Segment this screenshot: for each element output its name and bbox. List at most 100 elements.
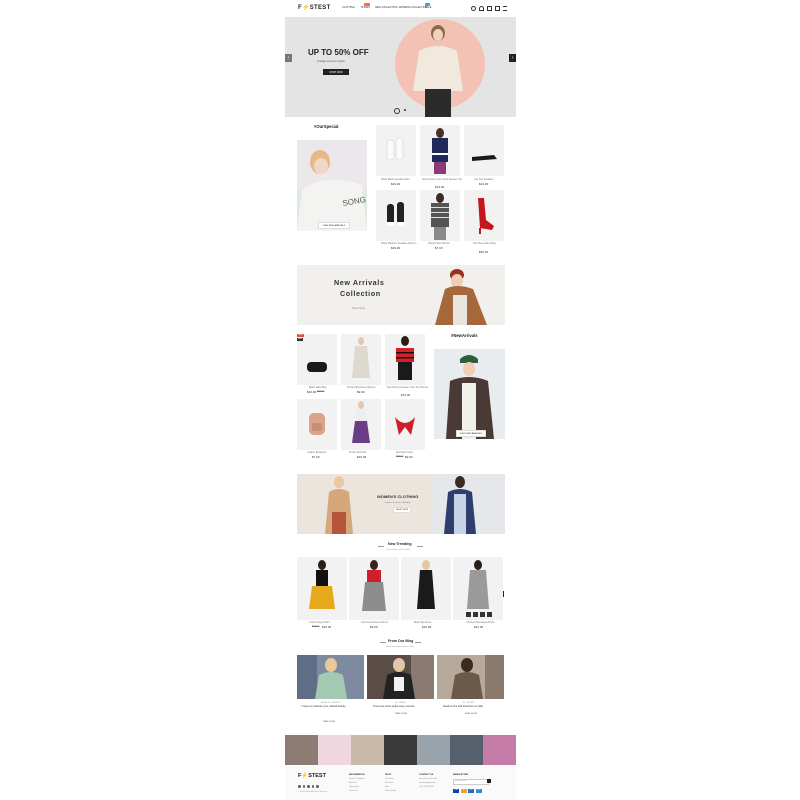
womens-banner-button[interactable]: SHOP NOW — [393, 507, 411, 513]
search-icon[interactable] — [471, 6, 476, 11]
striped-top-image — [396, 336, 414, 380]
product-image[interactable] — [341, 399, 381, 450]
user-icon[interactable] — [479, 6, 484, 11]
product-name[interactable]: Red Heel Ankle Strap — [473, 242, 496, 245]
product-name[interactable]: Striped Navy Crew Neck Sweater Top — [422, 178, 462, 181]
product-name[interactable]: Red Striped Sweater Crop Top Women — [387, 386, 428, 389]
instagram-image[interactable] — [417, 735, 450, 765]
nav-shoes[interactable]: SHOES — [361, 6, 370, 10]
blog-post-title[interactable]: 5 summer shoe styles every woman — [373, 705, 414, 709]
hero-next-arrow[interactable]: › — [509, 54, 516, 62]
new-arrivals-banner-image — [434, 349, 505, 439]
blog-divider-right — [415, 642, 421, 643]
nav-clothing[interactable]: CLOTHING — [342, 6, 355, 10]
product-old-price: $14.00 — [312, 625, 320, 628]
hero-prev-arrow[interactable]: ‹ — [285, 54, 292, 62]
product-image[interactable] — [376, 190, 416, 241]
blog-divider-left — [380, 642, 386, 643]
twitter-icon[interactable] — [302, 785, 305, 788]
blog-read-more[interactable]: READ MORE — [323, 721, 335, 723]
waist-bag-image — [307, 362, 327, 372]
product-image[interactable] — [385, 334, 425, 385]
blog-read-more[interactable]: READ MORE — [465, 713, 477, 715]
wishlist-icon[interactable] — [473, 612, 478, 617]
blog-post-title[interactable]: Head-to-Toe Fall Favorites on Sale — [443, 705, 483, 709]
arrivals-shop-link[interactable]: Shop Now — [352, 307, 365, 310]
new-arrivals-banner-button[interactable]: SHOP NEW ARRIVALS — [456, 430, 486, 437]
red-scarf-image — [395, 417, 415, 435]
nav-womens-collection[interactable]: WOMENS COLLECTION — [399, 6, 427, 10]
product-image[interactable] — [297, 399, 337, 450]
nav-sale[interactable]: SALE — [425, 6, 431, 10]
footer-link[interactable]: About Us — [349, 782, 356, 785]
blog-post-title[interactable]: 7 ways to enhance your natural beauty — [301, 705, 346, 709]
blog-read-more[interactable]: READ MORE — [395, 713, 407, 715]
site-logo[interactable]: F⚡STEST — [298, 5, 331, 11]
footer-link[interactable]: Delivery Info — [349, 786, 359, 789]
sale-badge: SALE — [297, 333, 304, 337]
product-image[interactable] — [385, 399, 425, 450]
product-price: $14.00 — [401, 393, 411, 397]
product-image[interactable] — [349, 557, 399, 620]
compare-icon[interactable] — [487, 612, 492, 617]
hero-dot-2[interactable] — [404, 109, 406, 111]
newsletter-submit-icon[interactable] — [487, 779, 491, 783]
blog-subtitle: Read our latest fashion news — [386, 646, 415, 648]
product-image[interactable] — [420, 190, 460, 241]
newsletter-email-input[interactable]: Enter your email — [453, 779, 489, 785]
trending-divider-right — [417, 546, 423, 547]
footer-logo[interactable]: F⚡STEST — [298, 773, 326, 780]
product-image[interactable] — [297, 334, 337, 385]
womens-banner-title: WOMEN'S CLOTHING — [377, 494, 419, 499]
nav-new-collection[interactable]: NEW COLLECTION — [375, 6, 398, 10]
footer-link[interactable]: My Orders — [385, 778, 393, 781]
instagram-image[interactable] — [285, 735, 318, 765]
hero-subtitle: vintage summer styles — [317, 59, 345, 63]
product-image[interactable] — [453, 557, 503, 620]
footer-link[interactable]: Help — [385, 786, 389, 789]
instagram-image[interactable] — [384, 735, 417, 765]
footer-link[interactable]: Demo Store, New York — [419, 778, 437, 781]
add-to-cart-icon[interactable] — [480, 612, 485, 617]
instagram-image[interactable] — [318, 735, 351, 765]
womens-clothing-banner[interactable]: WOMEN'S CLOTHING autumn & winter collect… — [297, 474, 505, 534]
footer-link[interactable]: Contact Us — [349, 790, 358, 793]
product-image[interactable] — [401, 557, 451, 620]
blog-post-image[interactable] — [437, 655, 504, 699]
youtube-icon[interactable] — [316, 785, 319, 788]
product-image[interactable] — [464, 190, 504, 241]
cart-icon[interactable] — [495, 6, 500, 11]
newsletter-placeholder: Enter your email — [455, 781, 467, 782]
heart-icon[interactable] — [487, 6, 492, 11]
instagram-icon[interactable] — [311, 785, 314, 788]
footer-link[interactable]: (+01) 123 456 789 — [419, 786, 434, 789]
special-banner-button[interactable]: VIEW NEW ARRIVALS — [318, 222, 350, 229]
product-price: $9.00 — [405, 455, 413, 459]
product-image[interactable] — [297, 557, 347, 620]
blog-post-image[interactable] — [367, 655, 434, 699]
product-image[interactable] — [341, 334, 381, 385]
footer-link[interactable]: Newsletter — [385, 782, 394, 785]
footer-link[interactable]: store@example.com — [419, 782, 436, 785]
product-image[interactable] — [420, 125, 460, 176]
hero-slider: UP TO 50% OFF vintage summer styles SHOP… — [285, 17, 516, 117]
platform-sneaker-image — [387, 202, 404, 226]
product-image[interactable] — [376, 125, 416, 176]
new-arrivals-banner[interactable]: New Arrivals Collection Shop Now — [297, 265, 505, 325]
menu-icon[interactable] — [503, 6, 507, 11]
product-image[interactable] — [464, 125, 504, 176]
footer-link[interactable]: Terms & Conditions — [349, 778, 365, 781]
blog-post-image[interactable] — [297, 655, 364, 699]
hero-shop-button[interactable]: SHOP NOW — [323, 69, 349, 75]
instagram-image[interactable] — [483, 735, 516, 765]
quick-view-icon[interactable] — [466, 612, 471, 617]
hero-dot-1[interactable] — [394, 108, 400, 114]
product-price: $7.00 — [312, 455, 320, 459]
mastercard-icon: MC — [460, 789, 467, 793]
womens-left-model-image — [325, 476, 353, 534]
pinterest-icon[interactable] — [307, 785, 310, 788]
instagram-image[interactable] — [351, 735, 384, 765]
instagram-image[interactable] — [450, 735, 483, 765]
footer-link[interactable]: Privacy Policy — [385, 790, 396, 793]
facebook-icon[interactable] — [298, 785, 301, 788]
